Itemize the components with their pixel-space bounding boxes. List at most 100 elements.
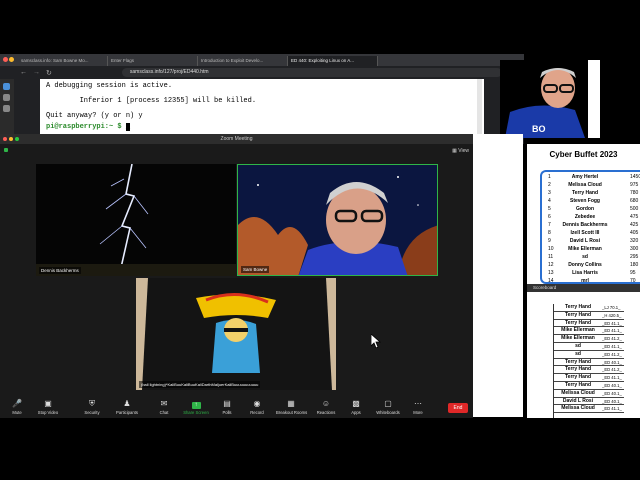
whiteboard-icon: ▢ <box>384 399 392 408</box>
scoreboard-row: Terry Hand _H 420.5_ <box>554 312 624 320</box>
app-icon[interactable] <box>3 105 10 112</box>
reactions-icon: ☺ <box>321 399 331 408</box>
browser-tab-active[interactable]: ED 440: Exploiting Linux on A... <box>288 56 378 66</box>
view-button[interactable]: ▦ View <box>452 148 469 154</box>
participant-name: (ball lightning)*KaliBuuKaliBuuKaliDarth… <box>139 381 261 388</box>
browser-toolbar: ← → ↻ samsclass.info/127/proj/ED440.htm <box>0 66 524 79</box>
security-button[interactable]: ⛨ Security <box>77 398 107 418</box>
scoreboard-row: Melissa Cloud _ED 40.1_ <box>554 390 624 398</box>
breakout-rooms-button[interactable]: ▦ Breakout Rooms <box>276 398 307 418</box>
speaker-video-image <box>238 165 437 275</box>
participants-button[interactable]: ♟ Participants <box>112 398 142 418</box>
more-button[interactable]: ⋯ More <box>403 398 433 418</box>
terminal-line: Quit anyway? (y or n) y <box>46 112 143 120</box>
close-window-icon[interactable] <box>3 137 7 141</box>
chat-button[interactable]: ✉ Chat <box>149 398 179 418</box>
chat-icon: ✉ <box>160 399 168 408</box>
leaderboard-row: 4 Steven Fogg 680 <box>548 198 639 204</box>
shield-icon: ⛨ <box>89 399 95 408</box>
polls-button[interactable]: ▤ Polls <box>212 398 242 418</box>
svg-text:BO: BO <box>532 124 546 134</box>
browser-tab[interactable]: Enter Flags <box>108 56 198 66</box>
scoreboard-row: Terry Hand _ED 40.1_ <box>554 382 624 390</box>
forward-arrow-icon[interactable]: → <box>33 69 40 76</box>
leaderboard-row: 6 Zebedee 475 <box>548 214 639 220</box>
address-bar[interactable]: samsclass.info/127/proj/ED440.htm <box>121 68 502 77</box>
back-arrow-icon[interactable]: ← <box>20 69 27 76</box>
text-cursor: _ <box>125 123 131 131</box>
maximize-window-icon[interactable] <box>15 137 19 141</box>
share-screen-button[interactable]: ↑ Share Screen <box>181 398 211 418</box>
terminal-prompt-line: pi@raspberrypi:~ $ _ <box>46 122 478 133</box>
record-button[interactable]: ◉ Record <box>242 398 272 418</box>
leaderboard-row: 12 Donny Collins 180 <box>548 262 639 268</box>
share-icon: ↑ <box>181 398 211 409</box>
scoreboard-row: sd _ED 41.2_ <box>554 351 624 359</box>
app-icon[interactable] <box>3 83 10 90</box>
participant-name: Dennis Backherms <box>39 267 81 274</box>
presenter-webcam-image: BO <box>500 60 600 138</box>
leaderboard-row: 11 sd 295 <box>548 254 639 260</box>
shield-status-icon <box>4 148 8 152</box>
polls-icon: ▤ <box>223 399 231 408</box>
close-window-icon[interactable] <box>3 57 8 62</box>
scoreboard-row: sd _ED 41.1_ <box>554 343 624 351</box>
more-icon: ⋯ <box>414 399 422 408</box>
reactions-button[interactable]: ☺ Reactions <box>311 398 341 418</box>
cyber-buffet-leaderboard: Cyber Buffet 2023 1 Amy Hertel 1450 2 Melis… <box>527 144 640 284</box>
leaderboard-row: 5 Gordon 500 <box>548 206 639 212</box>
leaderboard-row: 13 Lisa Harris 95 <box>548 270 636 276</box>
leaderboard-table: 1 Amy Hertel 1450 2 Melissa Cloud 975 3 Terry… <box>540 170 640 284</box>
zoom-meeting-window: Zoom Meeting ▦ View Dennis Backherms Sam… <box>0 134 473 417</box>
terminal-line: A debugging session is active. <box>46 82 173 90</box>
scoreboard-row: Terry Hand _ED 41.1_ <box>554 374 624 382</box>
minimize-window-icon[interactable] <box>9 137 13 141</box>
terminal-prompt: pi@raspberrypi:~ $ <box>46 123 122 131</box>
browser-content-area <box>473 134 523 417</box>
apps-icon: ▩ <box>352 399 360 408</box>
end-meeting-button[interactable]: End <box>448 403 468 413</box>
stop-video-button[interactable]: ▣ Stop Video <box>33 398 63 418</box>
whiteboards-button[interactable]: ▢ Whiteboards <box>373 398 403 418</box>
terminal-line: Inferior 1 [process 12355] will be kille… <box>46 97 257 105</box>
scoreboard-table[interactable]: Terry Hand _LJ 70.1_ Terry Hand _H 420.5_ … <box>553 304 624 418</box>
view-label: View <box>458 148 469 154</box>
leaderboard-row: 7 Dennis Backherms 425 <box>548 222 639 228</box>
leaderboard-row: 10 Mike Ellerman 300 <box>548 246 639 252</box>
leaderboard-row: 8 Izell Scott III 405 <box>548 230 639 236</box>
reload-icon[interactable]: ↻ <box>46 69 52 77</box>
lightning-background-image <box>36 164 236 276</box>
browser-tab-strip: samsclass.info: Sam Bowne Mo... Enter Fl… <box>0 54 524 66</box>
mute-button[interactable]: 🎤 Mute <box>2 398 32 418</box>
scoreboard-row: Mike Ellerman _ED 41.2_ <box>554 335 624 343</box>
microphone-icon: 🎤 <box>12 399 22 408</box>
mouse-pointer-icon <box>370 333 382 353</box>
minimize-window-icon[interactable] <box>9 57 14 62</box>
leaderboard-title: Cyber Buffet 2023 <box>549 150 618 159</box>
leaderboard-row: 3 Terry Hand 780 <box>548 190 639 196</box>
participant-video-tile[interactable]: Dennis Backherms <box>36 164 236 276</box>
scoreboard-window: Scoreboard Terry Hand _LJ 70.1_ Terry Han… <box>527 284 640 418</box>
scoreboard-row: Terry Hand _ED 40.1_ <box>554 359 624 367</box>
active-speaker-video-tile[interactable]: Sam Bowne <box>237 164 438 276</box>
app-icon[interactable] <box>3 94 10 101</box>
browser-window: samsclass.info: Sam Bowne Mo... Enter Fl… <box>0 54 524 144</box>
video-icon: ▣ <box>44 399 52 408</box>
grid-icon: ▦ <box>452 148 457 154</box>
scoreboard-row: Mike Ellerman _ED 41.1_ <box>554 327 624 336</box>
scoreboard-row: Terry Hand _ED 41.1_ <box>554 320 624 328</box>
hoodie-background-image <box>136 278 336 390</box>
scoreboard-title: Scoreboard <box>527 284 640 292</box>
browser-tab[interactable]: samsclass.info: Sam Bowne Mo... <box>18 56 108 66</box>
browser-tab[interactable]: Introduction to Exploit Develo... <box>198 56 288 66</box>
people-icon: ♟ <box>123 399 131 408</box>
apps-button[interactable]: ▩ Apps <box>341 398 371 418</box>
presenter-webcam: BO <box>500 60 600 138</box>
scoreboard-row: Terry Hand _LJ 70.1_ <box>554 304 624 312</box>
zoom-window-title: Zoom Meeting <box>220 136 253 142</box>
participant-video-tile[interactable]: (ball lightning)*KaliBuuKaliBuuKaliDarth… <box>136 278 336 390</box>
participant-name: Sam Bowne <box>241 266 270 273</box>
leaderboard-row: 1 Amy Hertel 1450 <box>548 174 640 180</box>
breakout-icon: ▦ <box>287 399 295 408</box>
record-icon: ◉ <box>253 399 261 408</box>
